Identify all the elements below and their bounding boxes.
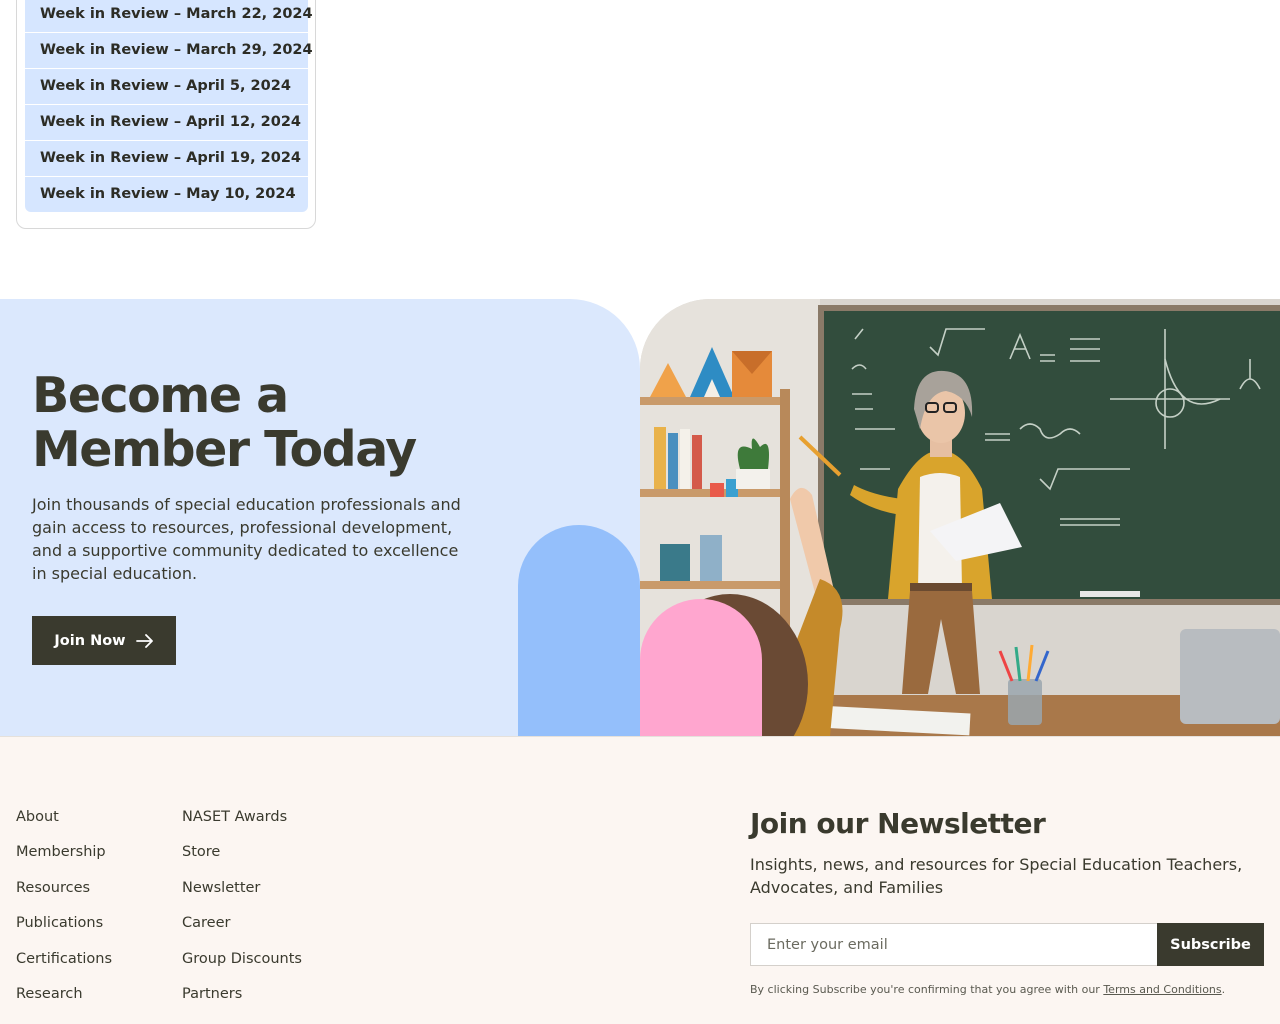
review-list: Week in Review – March 22, 2024 Week in …: [25, 0, 313, 213]
subscribe-button[interactable]: Subscribe: [1157, 923, 1264, 966]
footer-links-col-2: NASET Awards Store Newsletter Career Gro…: [182, 807, 302, 1019]
footer-link-publications[interactable]: Publications: [16, 913, 112, 948]
footer-link-about[interactable]: About: [16, 807, 112, 842]
legal-suffix: .: [1221, 983, 1226, 996]
join-now-button[interactable]: Join Now: [32, 616, 176, 665]
newsletter-legal-text: By clicking Subscribe you're confirming …: [750, 983, 1225, 996]
footer-link-partners[interactable]: Partners: [182, 984, 302, 1019]
decorative-arch-pink: [640, 599, 762, 736]
footer-link-store[interactable]: Store: [182, 842, 302, 877]
footer-link-group-discounts[interactable]: Group Discounts: [182, 949, 302, 984]
decorative-arch-blue: [518, 525, 640, 736]
arrow-right-icon: [135, 633, 153, 648]
footer-links-col-1: About Membership Resources Publications …: [16, 807, 112, 1019]
review-list-card: Week in Review – March 22, 2024 Week in …: [16, 0, 316, 229]
review-list-item[interactable]: Week in Review – March 29, 2024: [25, 33, 313, 68]
footer-link-certifications[interactable]: Certifications: [16, 949, 112, 984]
site-footer: About Membership Resources Publications …: [0, 736, 1280, 1024]
review-list-item[interactable]: Week in Review – March 22, 2024: [25, 0, 313, 32]
membership-section: Become a Member Today Join thousands of …: [0, 299, 1280, 736]
newsletter-subtitle: Insights, news, and resources for Specia…: [750, 855, 1243, 897]
legal-prefix: By clicking Subscribe you're confirming …: [750, 983, 1104, 996]
newsletter-email-input[interactable]: [750, 923, 1158, 966]
terms-link[interactable]: Terms and Conditions: [1103, 983, 1221, 996]
review-list-item[interactable]: Week in Review – April 12, 2024: [25, 105, 308, 140]
review-list-item[interactable]: Week in Review – April 5, 2024: [25, 69, 308, 104]
review-list-item[interactable]: Week in Review – April 19, 2024: [25, 141, 308, 176]
footer-link-naset-awards[interactable]: NASET Awards: [182, 807, 302, 842]
membership-title: Become a Member Today: [32, 367, 417, 478]
footer-link-career[interactable]: Career: [182, 913, 302, 948]
footer-link-research[interactable]: Research: [16, 984, 112, 1019]
review-list-item[interactable]: Week in Review – May 10, 2024: [25, 177, 308, 212]
footer-link-newsletter[interactable]: Newsletter: [182, 878, 302, 913]
join-now-label: Join Now: [54, 632, 126, 649]
footer-link-resources[interactable]: Resources: [16, 878, 112, 913]
newsletter-title: Join our Newsletter: [750, 807, 1046, 840]
footer-link-membership[interactable]: Membership: [16, 842, 112, 877]
membership-description: Join thousands of special education prof…: [32, 495, 461, 583]
